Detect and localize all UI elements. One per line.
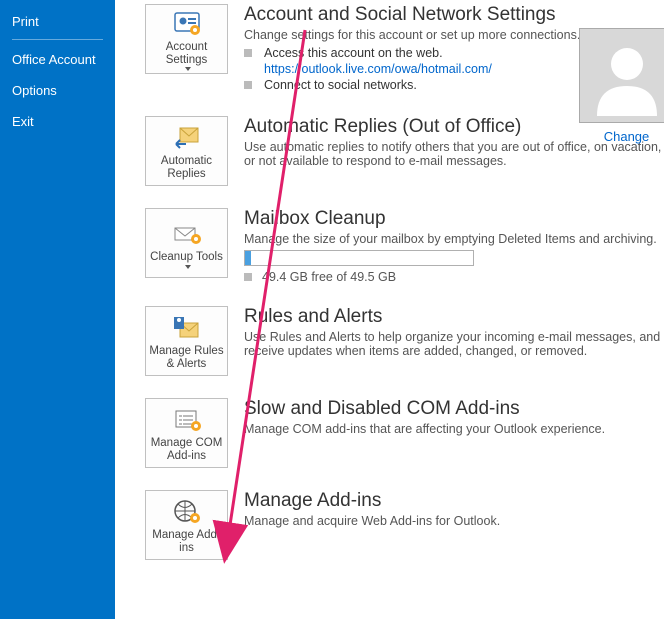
sidebar-separator [12,39,103,40]
tile-account-settings[interactable]: Account Settings [145,4,228,74]
section-title: Manage Add-ins [244,490,664,512]
sidebar-item-label: Exit [12,114,34,129]
tile-label: Manage COM Add-ins [148,437,225,463]
sidebar-item-exit[interactable]: Exit [0,106,115,137]
tile-manage-com-addins[interactable]: Manage COM Add-ins [145,398,228,468]
chevron-down-icon [185,265,191,269]
profile-photo-box: Change [579,28,664,144]
tile-automatic-replies[interactable]: Automatic Replies [145,116,228,186]
section-desc: Use automatic replies to notify others t… [244,140,664,168]
content-area: Change Account Settings Account and Soci… [115,0,664,619]
section-rules-alerts: Manage Rules & Alerts Rules and Alerts U… [145,306,664,376]
automatic-replies-icon [172,123,202,153]
section-manage-addins: Manage Add-ins Manage Add-ins Manage and… [145,490,664,560]
section-title: Rules and Alerts [244,306,664,328]
section-desc: Manage and acquire Web Add-ins for Outlo… [244,514,664,528]
account-settings-icon [172,9,202,39]
chevron-down-icon [185,67,191,71]
sidebar-item-label: Print [12,14,39,29]
section-mailbox-cleanup: Cleanup Tools Mailbox Cleanup Manage the… [145,208,664,284]
tile-label: Automatic Replies [148,155,225,181]
tile-cleanup-tools[interactable]: Cleanup Tools [145,208,228,278]
com-addins-icon [172,405,202,435]
tile-manage-addins[interactable]: Manage Add-ins [145,490,228,560]
tile-manage-rules[interactable]: Manage Rules & Alerts [145,306,228,376]
manage-addins-icon [172,497,202,527]
section-title: Slow and Disabled COM Add-ins [244,398,664,420]
rules-alerts-icon [172,313,202,343]
mailbox-usage-bar [244,250,474,266]
storage-free-text: 49.4 GB free of 49.5 GB [262,270,396,284]
section-desc: Manage the size of your mailbox by empty… [244,232,664,246]
bullet-marker-icon [244,273,252,281]
section-title: Mailbox Cleanup [244,208,664,230]
sidebar-item-options[interactable]: Options [0,75,115,106]
section-com-addins: Manage COM Add-ins Slow and Disabled COM… [145,398,664,468]
cleanup-tools-icon [172,219,202,249]
section-title: Account and Social Network Settings [244,4,664,26]
tile-label: Manage Add-ins [148,529,225,555]
bullet-marker-icon [244,49,252,57]
tile-label: Manage Rules & Alerts [148,345,225,371]
backstage-sidebar: Print Office Account Options Exit [0,0,115,619]
sidebar-item-office-account[interactable]: Office Account [0,44,115,75]
change-photo-link[interactable]: Change [604,129,650,144]
section-desc: Use Rules and Alerts to help organize yo… [244,330,664,358]
tile-label: Account Settings [148,41,225,67]
bullet-marker-icon [244,81,252,89]
sidebar-item-label: Office Account [12,52,96,67]
tile-label: Cleanup Tools [150,251,223,264]
sidebar-item-print[interactable]: Print [0,6,115,37]
section-desc: Manage COM add-ins that are affecting yo… [244,422,664,436]
sidebar-item-label: Options [12,83,57,98]
avatar [579,28,664,123]
person-silhouette-icon [587,36,664,116]
owa-url-link[interactable]: https://outlook.live.com/owa/hotmail.com… [264,62,492,76]
